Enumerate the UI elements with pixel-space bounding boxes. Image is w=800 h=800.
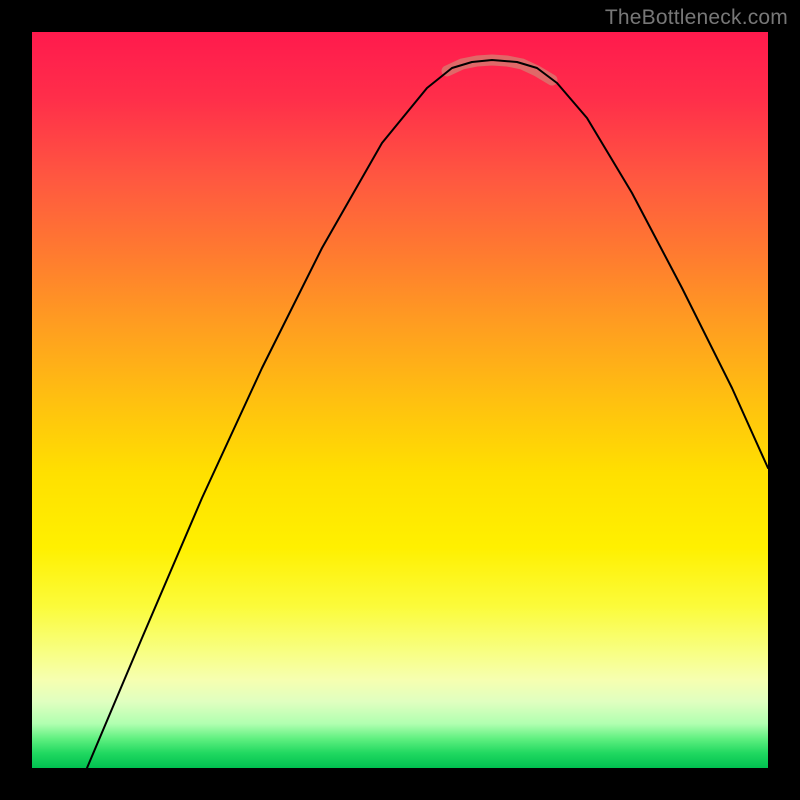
watermark-text: TheBottleneck.com (605, 6, 788, 30)
plot-area (32, 32, 768, 768)
optimal-region-highlight (447, 60, 552, 80)
curve-layer (32, 32, 768, 768)
chart-frame: TheBottleneck.com (0, 0, 800, 800)
bottleneck-curve (87, 60, 768, 768)
